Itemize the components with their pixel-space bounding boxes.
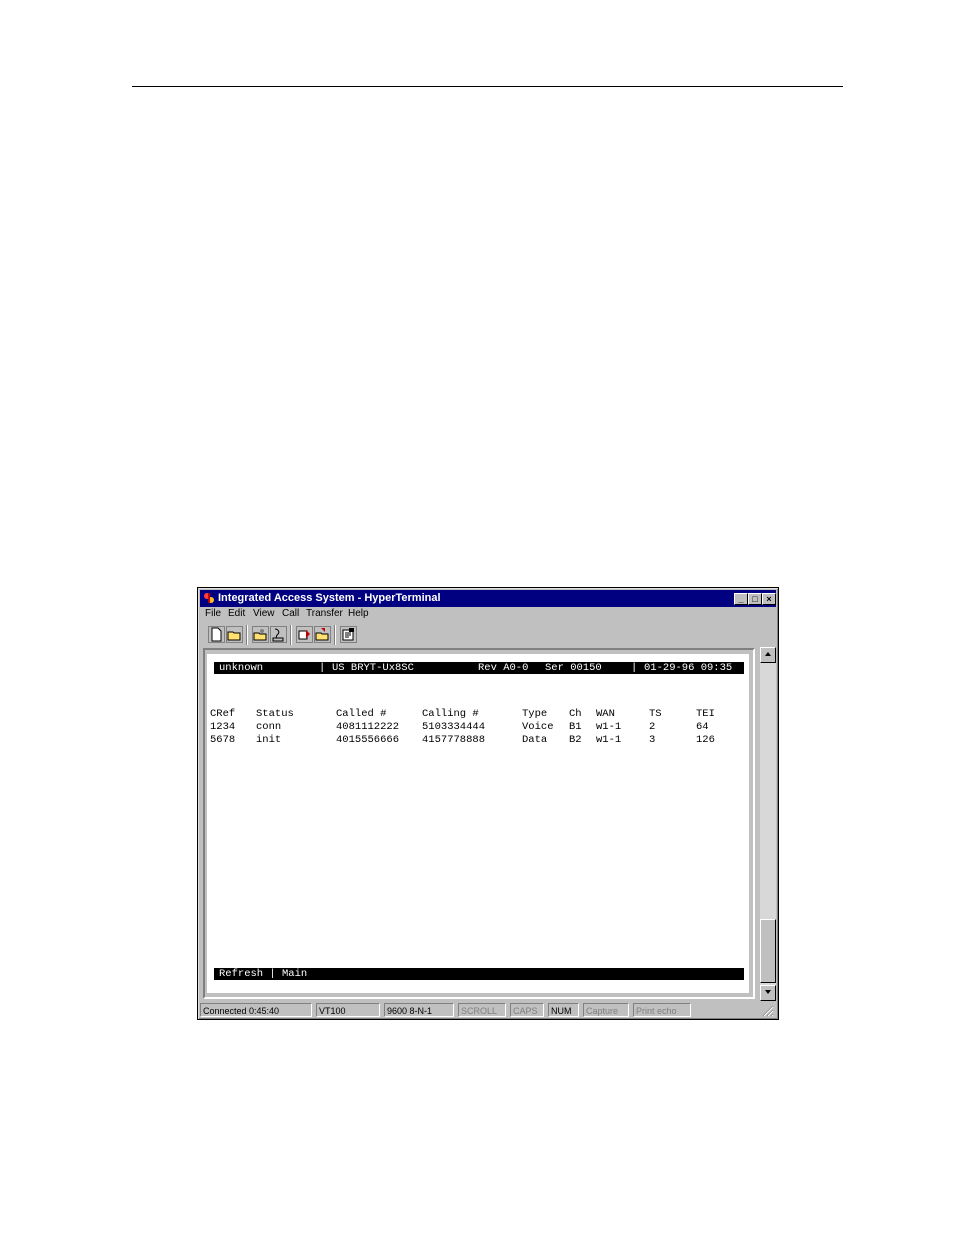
connect-icon[interactable] (252, 626, 269, 643)
header-ser: Ser 00150 (545, 662, 602, 674)
scroll-up-button[interactable] (760, 647, 776, 663)
status-emulation: VT100 (316, 1003, 380, 1017)
vertical-scrollbar[interactable] (760, 647, 776, 1001)
column-header: Called # (336, 708, 387, 720)
table-cell: w1-1 (596, 734, 622, 746)
toolbar (204, 625, 764, 646)
table-row: 1234 conn 4081112222 5103334444 Voice B1… (207, 721, 747, 733)
footer-commands: Refresh | Main (219, 968, 308, 980)
table-cell: 5103334444 (422, 721, 486, 733)
table-row: 5678 init 4015556666 4157778888 Data B2 … (207, 734, 747, 746)
arrow-up-icon (765, 652, 771, 656)
table-cell: conn (256, 721, 282, 733)
title-bar[interactable]: Integrated Access System - HyperTerminal… (200, 590, 776, 607)
table-cell: 4157778888 (422, 734, 486, 746)
menu-view[interactable]: View (253, 608, 275, 619)
status-bar: Connected 0:45:40 VT100 9600 8-N-1 SCROL… (200, 1003, 776, 1018)
table-cell: B1 (569, 721, 582, 733)
status-settings: 9600 8-N-1 (384, 1003, 454, 1017)
menu-file[interactable]: File (205, 608, 221, 619)
header-separator: | (631, 662, 638, 674)
column-header: WAN (596, 708, 615, 720)
terminal-header-bar: unknown | US BRYT-Ux8SC Rev A0-0 Ser 001… (214, 662, 744, 674)
menu-transfer[interactable]: Transfer (306, 608, 343, 619)
table-cell: 4015556666 (336, 734, 400, 746)
page-rule (132, 86, 843, 87)
column-header: Calling # (422, 708, 479, 720)
maximize-button[interactable]: □ (748, 593, 762, 605)
header-rev: Rev A0-0 (478, 662, 529, 674)
table-cell: init (256, 734, 282, 746)
close-button[interactable]: × (762, 593, 776, 605)
status-scroll: SCROLL (458, 1003, 506, 1017)
window-title: Integrated Access System - HyperTerminal (218, 592, 441, 604)
column-header: TEI (696, 708, 715, 720)
status-print-echo: Print echo (633, 1003, 691, 1017)
status-caps: CAPS (510, 1003, 544, 1017)
receive-icon[interactable] (314, 626, 331, 643)
column-header: TS (649, 708, 662, 720)
status-connected: Connected 0:45:40 (200, 1003, 312, 1017)
table-cell: 4081112222 (336, 721, 400, 733)
column-header: Ch (569, 708, 582, 720)
table-cell: 2 (649, 721, 656, 733)
table-cell: 3 (649, 734, 656, 746)
arrow-down-icon (765, 990, 771, 994)
status-num: NUM (548, 1003, 579, 1017)
disconnect-icon[interactable] (270, 626, 287, 643)
menu-help[interactable]: Help (348, 608, 369, 619)
table-cell: 126 (696, 734, 715, 746)
hyperterminal-app-icon (204, 593, 214, 603)
table-cell: Data (522, 734, 548, 746)
table-header-row: CRef Status Called # Calling # Type Ch W… (207, 708, 747, 720)
header-host: unknown (219, 662, 264, 674)
send-icon[interactable] (296, 626, 313, 643)
hyperterminal-window: Integrated Access System - HyperTerminal… (197, 587, 779, 1020)
new-icon[interactable] (208, 626, 225, 643)
menu-call[interactable]: Call (282, 608, 299, 619)
header-model: US BRYT-Ux8SC (332, 662, 414, 674)
terminal-screen[interactable]: unknown | US BRYT-Ux8SC Rev A0-0 Ser 001… (207, 654, 749, 993)
toolbar-separator (334, 625, 336, 645)
scroll-down-button[interactable] (760, 985, 776, 1001)
column-header: Type (522, 708, 548, 720)
toolbar-separator (246, 625, 248, 645)
status-capture: Capture (583, 1003, 629, 1017)
table-cell: 1234 (210, 721, 236, 733)
resize-grip-icon[interactable] (762, 1005, 774, 1017)
toolbar-separator (290, 625, 292, 645)
table-cell: 64 (696, 721, 709, 733)
minimize-button[interactable]: _ (734, 593, 748, 605)
properties-icon[interactable] (340, 626, 357, 643)
open-icon[interactable] (226, 626, 243, 643)
header-separator: | (319, 662, 326, 674)
column-header: Status (256, 708, 294, 720)
scroll-thumb[interactable] (760, 919, 776, 983)
table-cell: B2 (569, 734, 582, 746)
menu-edit[interactable]: Edit (228, 608, 245, 619)
column-header: CRef (210, 708, 236, 720)
header-datetime: 01-29-96 09:35 (644, 662, 733, 674)
terminal-footer-bar: Refresh | Main (214, 968, 744, 980)
table-cell: Voice (522, 721, 554, 733)
table-cell: 5678 (210, 734, 236, 746)
table-cell: w1-1 (596, 721, 622, 733)
